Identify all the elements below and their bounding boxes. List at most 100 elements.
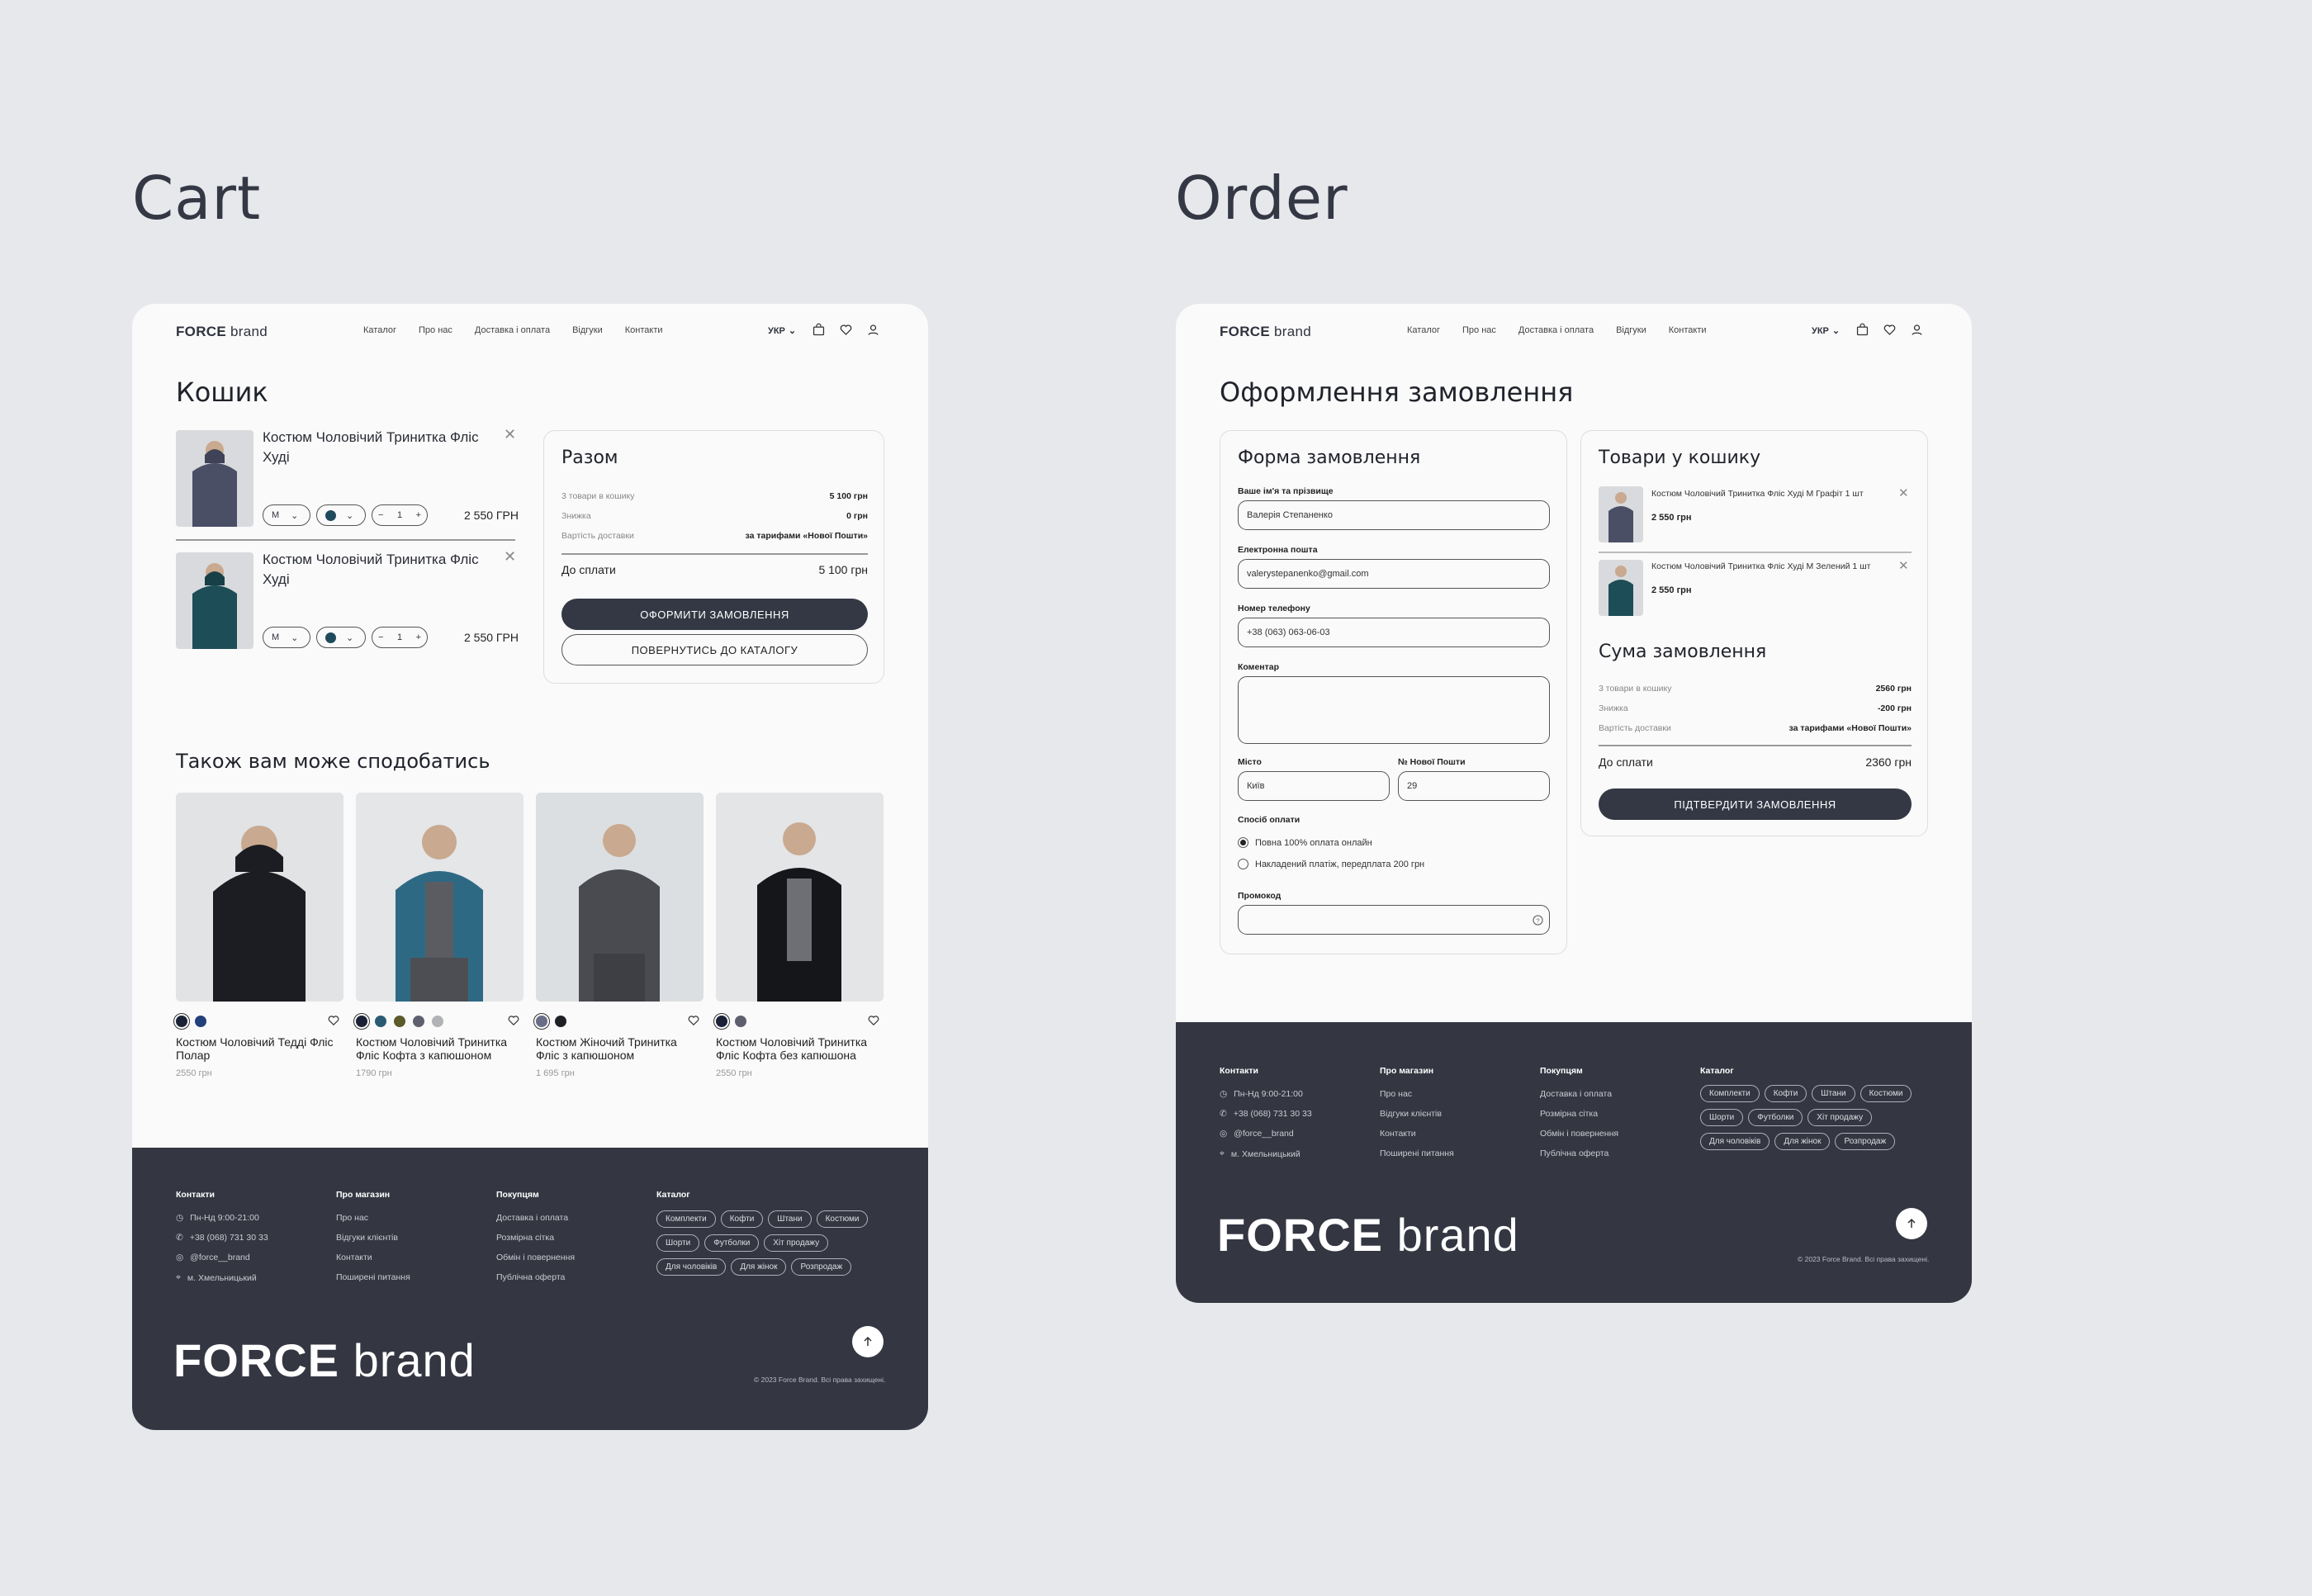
product-name[interactable]: Костюм Жіночий Тринитка Фліс з капюшоном [536, 1035, 704, 1062]
product-card[interactable]: Костюм Чоловічий Тринитка Фліс Кофта з к… [353, 793, 524, 1078]
heart-icon[interactable] [1883, 323, 1897, 337]
tag-chip[interactable]: Для чоловіків [1700, 1133, 1770, 1150]
minus-icon[interactable]: − [378, 510, 383, 520]
tag-chip[interactable]: Костюми [816, 1210, 869, 1228]
footer-logo[interactable]: FORCE brand [173, 1333, 476, 1387]
menu-catalog[interactable]: Каталог [363, 325, 396, 335]
footer-link[interactable]: Контакти [1380, 1129, 1454, 1139]
footer-link[interactable]: Доставка і оплата [1540, 1089, 1618, 1099]
header-logo[interactable]: FORCE brand [176, 324, 268, 340]
tag-chip[interactable]: Хіт продажу [1807, 1109, 1873, 1126]
size-select[interactable]: M ⌄ [263, 504, 310, 526]
menu-catalog[interactable]: Каталог [1407, 325, 1440, 335]
minus-icon[interactable]: − [378, 632, 383, 642]
footer-link[interactable]: Поширені питання [336, 1272, 410, 1282]
email-field[interactable]: valerystepanenko@gmail.com [1238, 559, 1550, 589]
color-swatch[interactable] [555, 1016, 566, 1027]
phone-field[interactable]: +38 (063) 063-06-03 [1238, 618, 1550, 647]
footer-link[interactable]: Відгуки клієнтів [336, 1233, 410, 1243]
name-field[interactable]: Валерія Степаненко [1238, 500, 1550, 530]
product-card[interactable]: Костюм Чоловічий Тедді Фліс Полар 2550 г… [173, 793, 343, 1078]
tag-chip[interactable]: Комплекти [656, 1210, 716, 1228]
product-card[interactable]: Костюм Чоловічий Тринитка Фліс Кофта без… [713, 793, 884, 1078]
color-swatch[interactable] [394, 1016, 405, 1027]
scroll-top-button[interactable] [852, 1326, 884, 1357]
footer-link[interactable]: Розмірна сітка [1540, 1109, 1618, 1119]
tag-chip[interactable]: Футболки [1748, 1109, 1803, 1126]
language-select[interactable]: УКР ⌄ [1812, 325, 1840, 337]
tag-chip[interactable]: Костюми [1860, 1085, 1912, 1102]
promo-field[interactable] [1238, 905, 1550, 935]
comment-field[interactable] [1238, 676, 1550, 744]
menu-delivery[interactable]: Доставка і оплата [1518, 325, 1594, 335]
size-select[interactable]: M ⌄ [263, 627, 310, 648]
tag-chip[interactable]: Хіт продажу [764, 1234, 829, 1252]
menu-about[interactable]: Про нас [419, 325, 452, 335]
color-swatch[interactable] [195, 1016, 206, 1027]
tag-chip[interactable]: Для чоловіків [656, 1258, 727, 1276]
tag-chip[interactable]: Штани [768, 1210, 812, 1228]
footer-logo[interactable]: FORCE brand [1217, 1208, 1519, 1262]
quantity-stepper[interactable]: −1 + [372, 627, 428, 648]
product-thumb[interactable] [1599, 560, 1643, 616]
tag-chip[interactable]: Шорти [656, 1234, 700, 1252]
scroll-top-button[interactable] [1896, 1208, 1927, 1239]
confirm-order-button[interactable]: ПІДТВЕРДИТИ ЗАМОВЛЕННЯ [1599, 789, 1912, 820]
product-image[interactable] [356, 793, 524, 1002]
close-icon[interactable]: ✕ [504, 427, 516, 442]
color-swatch[interactable] [432, 1016, 443, 1027]
menu-contacts[interactable]: Контакти [625, 325, 663, 335]
user-icon[interactable] [866, 323, 880, 337]
payment-option-cod[interactable]: Накладений платіж, передплата 200 грн [1238, 859, 1424, 869]
cart-item-name[interactable]: Костюм Чоловічий Тринитка Фліс Худі [263, 550, 486, 590]
color-swatch[interactable] [375, 1016, 386, 1027]
product-image[interactable] [176, 793, 343, 1002]
city-field[interactable]: Київ [1238, 771, 1390, 801]
tag-chip[interactable]: Для жінок [1774, 1133, 1831, 1150]
menu-about[interactable]: Про нас [1462, 325, 1496, 335]
menu-delivery[interactable]: Доставка і оплата [475, 325, 550, 335]
help-icon[interactable]: ? [1533, 915, 1543, 926]
footer-link[interactable]: Поширені питання [1380, 1148, 1454, 1158]
footer-link[interactable]: Про нас [1380, 1089, 1454, 1099]
checkout-button[interactable]: ОФОРМИТИ ЗАМОВЛЕННЯ [561, 599, 868, 630]
menu-contacts[interactable]: Контакти [1669, 325, 1707, 335]
footer-link[interactable]: Розмірна сітка [496, 1233, 575, 1243]
plus-icon[interactable]: + [416, 510, 421, 520]
bag-icon[interactable] [1855, 323, 1869, 337]
product-thumb[interactable] [1599, 486, 1643, 542]
heart-icon[interactable] [507, 1014, 520, 1027]
tag-chip[interactable]: Штани [1812, 1085, 1855, 1102]
footer-link[interactable]: Публічна оферта [496, 1272, 575, 1282]
product-name[interactable]: Костюм Чоловічий Тринитка Фліс Кофта з к… [356, 1035, 524, 1062]
footer-link[interactable]: Обмін і повернення [496, 1253, 575, 1262]
quantity-stepper[interactable]: −1 + [372, 504, 428, 526]
product-image[interactable] [716, 793, 884, 1002]
back-to-catalog-button[interactable]: ПОВЕРНУТИСЬ ДО КАТАЛОГУ [561, 634, 868, 665]
color-select[interactable]: ⌄ [316, 504, 366, 526]
user-icon[interactable] [1910, 323, 1924, 337]
bag-icon[interactable] [812, 323, 826, 337]
color-swatch[interactable] [173, 1013, 190, 1030]
footer-link[interactable]: Контакти [336, 1253, 410, 1262]
product-thumb[interactable] [176, 552, 253, 649]
tag-chip[interactable]: Кофти [720, 1210, 764, 1228]
tag-chip[interactable]: Кофти [1764, 1085, 1807, 1102]
color-swatch[interactable] [533, 1013, 550, 1030]
tag-chip[interactable]: Комплекти [1700, 1085, 1760, 1102]
footer-link[interactable]: Публічна оферта [1540, 1148, 1618, 1158]
product-card[interactable]: Костюм Жіночий Тринитка Фліс з капюшоном… [533, 793, 704, 1078]
cart-item-name[interactable]: Костюм Чоловічий Тринитка Фліс Худі [263, 428, 486, 467]
tag-chip[interactable]: Розпродаж [791, 1258, 852, 1276]
product-name[interactable]: Костюм Чоловічий Тедді Фліс Полар [176, 1035, 343, 1062]
tag-chip[interactable]: Для жінок [731, 1258, 787, 1276]
close-icon[interactable]: ✕ [1898, 487, 1909, 500]
tag-chip[interactable]: Футболки [704, 1234, 760, 1252]
language-select[interactable]: УКР ⌄ [768, 325, 796, 337]
header-logo[interactable]: FORCE brand [1220, 324, 1311, 340]
color-swatch[interactable] [353, 1013, 370, 1030]
color-swatch[interactable] [735, 1016, 746, 1027]
footer-link[interactable]: Обмін і повернення [1540, 1129, 1618, 1139]
plus-icon[interactable]: + [416, 632, 421, 642]
heart-icon[interactable] [687, 1014, 700, 1027]
